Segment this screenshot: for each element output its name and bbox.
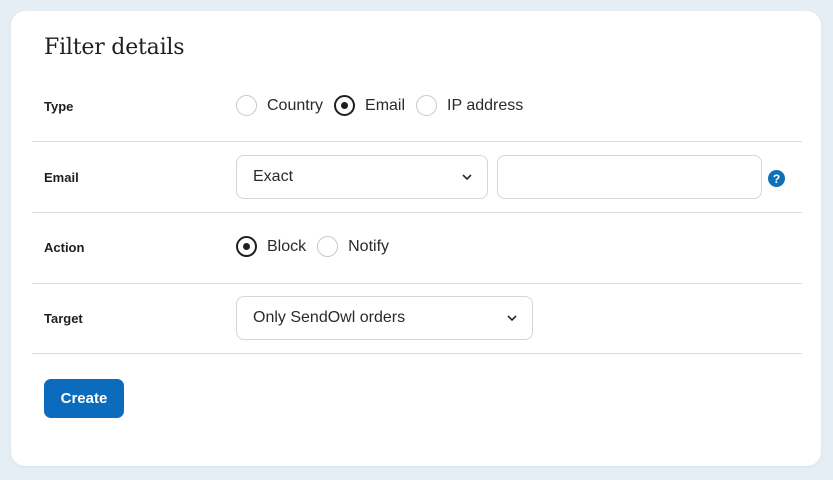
email-value-input[interactable] (497, 155, 762, 199)
divider (32, 141, 802, 142)
help-icon[interactable]: ? (768, 170, 785, 187)
radio-circle (236, 95, 257, 116)
divider (32, 353, 802, 354)
action-label: Action (44, 240, 85, 255)
radio-circle (334, 95, 356, 116)
divider (32, 212, 802, 213)
radio-label: Email (365, 96, 406, 114)
type-label: Type (44, 99, 74, 114)
type-radio-ip-address[interactable]: IP address (416, 95, 523, 116)
create-button[interactable]: Create (44, 379, 124, 418)
type-radio-country[interactable]: Country (236, 95, 323, 116)
type-radio-group: Country Email IP address (236, 95, 534, 116)
action-radio-notify[interactable]: Notify (317, 236, 389, 257)
radio-label: Block (267, 237, 307, 255)
filter-details-card: Filter details Type Country Email IP add… (11, 11, 821, 466)
radio-label: Country (267, 96, 324, 114)
action-radio-group: Block Notify (236, 236, 400, 257)
radio-circle (317, 236, 339, 257)
page-title: Filter details (44, 35, 185, 60)
target-label: Target (44, 311, 83, 326)
email-match-select[interactable]: Exact (236, 155, 488, 199)
chevron-down-icon (507, 315, 517, 322)
type-radio-email[interactable]: Email (334, 95, 405, 116)
radio-label: Notify (348, 237, 390, 255)
radio-label: IP address (447, 96, 524, 114)
radio-circle (416, 95, 438, 116)
chevron-down-icon (462, 174, 472, 181)
radio-circle (236, 236, 257, 257)
email-label: Email (44, 170, 79, 185)
select-value: Exact (253, 168, 294, 185)
target-select[interactable]: Only SendOwl orders (236, 296, 533, 340)
select-value: Only SendOwl orders (253, 309, 406, 326)
action-radio-block[interactable]: Block (236, 236, 306, 257)
divider (32, 283, 802, 284)
